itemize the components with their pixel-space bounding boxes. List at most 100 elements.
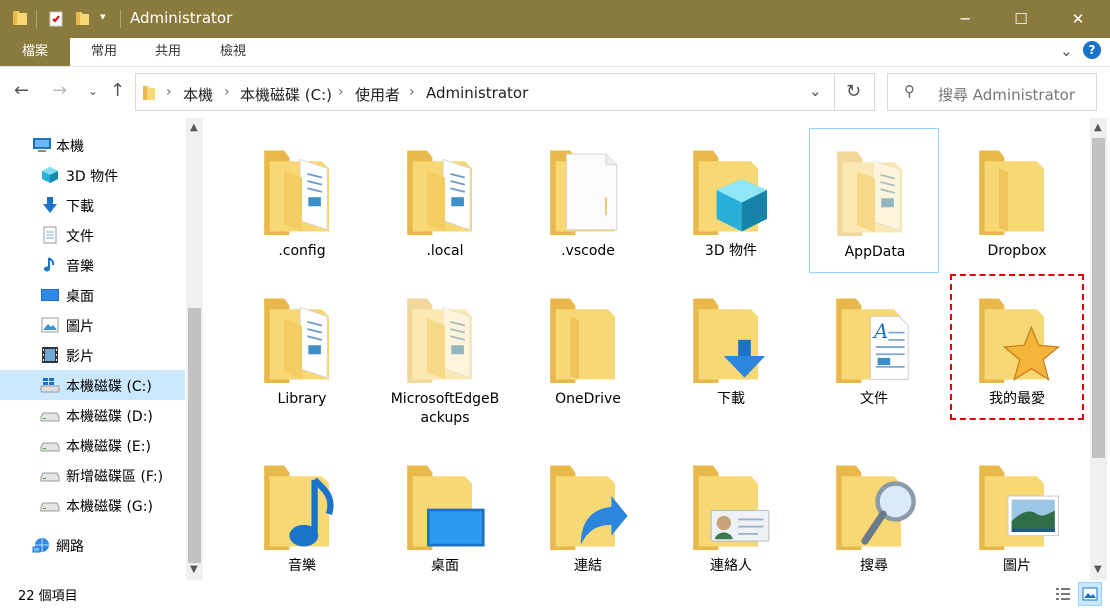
search-placeholder[interactable]: 搜尋 Administrator <box>938 84 1075 105</box>
new-folder-icon[interactable] <box>74 9 90 27</box>
chevron-right-icon[interactable]: › <box>166 84 172 100</box>
close-button[interactable]: ✕ <box>1055 0 1101 38</box>
folder-picture-icon <box>979 465 1059 551</box>
breadcrumb-users[interactable]: 使用者 <box>355 84 400 105</box>
sidebar-item[interactable]: 本機磁碟 (G:) <box>0 490 185 520</box>
sidebar-item[interactable]: 圖片 <box>0 310 185 340</box>
window-title: Administrator <box>130 9 233 27</box>
chevron-right-icon[interactable]: › <box>338 84 344 100</box>
navigation-pane-scrollbar[interactable]: ▲ ▼ <box>186 118 203 580</box>
folder-item[interactable]: .local <box>380 128 510 273</box>
folder-plain-icon <box>979 150 1044 236</box>
tab-home[interactable]: 常用 <box>82 38 126 66</box>
folder-star-icon <box>979 298 1061 384</box>
sidebar-item-label: 文件 <box>66 229 94 245</box>
folder-desktop-icon <box>407 465 485 551</box>
sidebar-item[interactable]: 3D 物件 <box>0 160 185 190</box>
folder-item[interactable]: OneDrive <box>523 276 653 421</box>
folder-docs-icon <box>407 150 472 236</box>
folder-item[interactable]: 3D 物件 <box>666 128 796 273</box>
folder-item[interactable]: MicrosoftEdgeBackups <box>380 276 510 426</box>
scroll-up-icon[interactable]: ▲ <box>1094 122 1102 133</box>
breadcrumb-administrator[interactable]: Administrator <box>426 84 528 102</box>
details-view-icon[interactable] <box>1053 584 1073 604</box>
desktop-icon <box>40 286 60 304</box>
sidebar-item-label: 桌面 <box>66 289 94 305</box>
folder-name: OneDrive <box>555 391 621 407</box>
folder-name: Library <box>277 391 327 407</box>
properties-icon[interactable] <box>48 9 64 27</box>
computer-icon <box>32 136 52 154</box>
tab-file[interactable]: 檔案 <box>0 38 70 66</box>
chevron-right-icon[interactable]: › <box>224 84 230 100</box>
folder-item[interactable]: .vscode <box>523 128 653 273</box>
sidebar-item[interactable]: 下載 <box>0 190 185 220</box>
expand-ribbon-icon[interactable]: ⌄ <box>1060 42 1073 60</box>
tab-share[interactable]: 共用 <box>146 38 190 66</box>
sidebar-item[interactable]: 本機磁碟 (D:) <box>0 400 185 430</box>
folder-item[interactable]: Dropbox <box>952 128 1082 273</box>
folder-music-icon <box>264 465 334 551</box>
sidebar-item[interactable]: 本機 <box>0 130 185 160</box>
up-arrow-icon[interactable]: ↑ <box>110 80 125 101</box>
folder-contact-icon <box>693 465 770 551</box>
scrollbar-thumb[interactable] <box>1092 138 1105 458</box>
folder-item[interactable]: 連絡人 <box>666 443 796 580</box>
sidebar-item[interactable]: 音樂 <box>0 250 185 280</box>
folder-name: .vscode <box>561 243 615 259</box>
sidebar-item[interactable]: 影片 <box>0 340 185 370</box>
refresh-icon[interactable]: ↻ <box>846 81 861 102</box>
chevron-right-icon[interactable]: › <box>409 84 415 100</box>
recent-locations-icon[interactable]: ⌄ <box>88 84 98 98</box>
folder-item[interactable]: .config <box>237 128 367 273</box>
breadcrumb-local-disk-c[interactable]: 本機磁碟 (C:) <box>240 84 332 105</box>
maximize-button[interactable]: ☐ <box>998 0 1044 38</box>
sidebar-item-label: 圖片 <box>66 319 94 335</box>
folder-name: 文件 <box>860 391 888 407</box>
address-history-dropdown-icon[interactable]: ⌄ <box>809 82 822 100</box>
sidebar-item[interactable]: 本機磁碟 (E:) <box>0 430 185 460</box>
folder-item[interactable]: 下載 <box>666 276 796 421</box>
folder-item[interactable]: 連結 <box>523 443 653 580</box>
sidebar-item-label: 音樂 <box>66 259 94 275</box>
sidebar-item[interactable]: 新增磁碟區 (F:) <box>0 460 185 490</box>
scroll-down-icon[interactable]: ▼ <box>1094 564 1102 575</box>
folder-icon <box>13 11 27 25</box>
back-arrow-icon[interactable]: ← <box>14 80 29 101</box>
address-bar[interactable]: › 本機 › 本機磁碟 (C:) › 使用者 › Administrator ⌄… <box>135 73 875 111</box>
search-icon: ⚲ <box>904 82 915 100</box>
folder-item[interactable]: Library <box>237 276 367 421</box>
search-box[interactable]: ⚲ 搜尋 Administrator <box>887 73 1097 111</box>
scroll-up-icon[interactable]: ▲ <box>190 122 198 133</box>
tab-view[interactable]: 檢視 <box>211 38 255 66</box>
customize-toolbar-icon[interactable]: ▾ <box>100 10 106 23</box>
sidebar-item[interactable]: 桌面 <box>0 280 185 310</box>
folder-item[interactable]: 我的最愛 <box>950 274 1084 420</box>
sidebar-item-label: 本機 <box>56 139 84 155</box>
minimize-button[interactable]: ─ <box>942 0 988 38</box>
sidebar-item[interactable]: 本機磁碟 (C:) <box>0 370 185 400</box>
scrollbar-thumb[interactable] <box>188 308 201 563</box>
large-icons-view-icon[interactable] <box>1078 582 1102 606</box>
forward-arrow-icon[interactable]: → <box>52 80 67 101</box>
folder-item[interactable]: 桌面 <box>380 443 510 580</box>
scroll-down-icon[interactable]: ▼ <box>190 564 198 575</box>
folder-name: AppData <box>844 244 906 260</box>
folder-3d-cube-icon <box>693 150 767 236</box>
folder-item[interactable]: A 文件 <box>809 276 939 421</box>
ribbon-tabs: 檔案 常用 共用 檢視 ⌄ ? <box>0 38 1110 67</box>
folder-item[interactable]: 音樂 <box>237 443 367 580</box>
sidebar-item-label: 網路 <box>56 539 84 555</box>
help-icon[interactable]: ? <box>1083 41 1101 59</box>
folder-item[interactable]: AppData <box>809 128 939 273</box>
file-list-scrollbar[interactable]: ▲ ▼ <box>1090 118 1107 580</box>
sidebar-item[interactable]: 網路 <box>0 530 185 560</box>
folder-item[interactable]: 圖片 <box>952 443 1082 580</box>
folder-name: .config <box>278 243 326 259</box>
sidebar-item[interactable]: 文件 <box>0 220 185 250</box>
folder-item[interactable]: 搜尋 <box>809 443 939 580</box>
folder-name: MicrosoftEdgeBackups <box>390 391 500 426</box>
drive-icon <box>40 466 60 484</box>
sidebar-item-label: 本機磁碟 (E:) <box>66 439 151 455</box>
breadcrumb-this-pc[interactable]: 本機 <box>183 84 213 105</box>
